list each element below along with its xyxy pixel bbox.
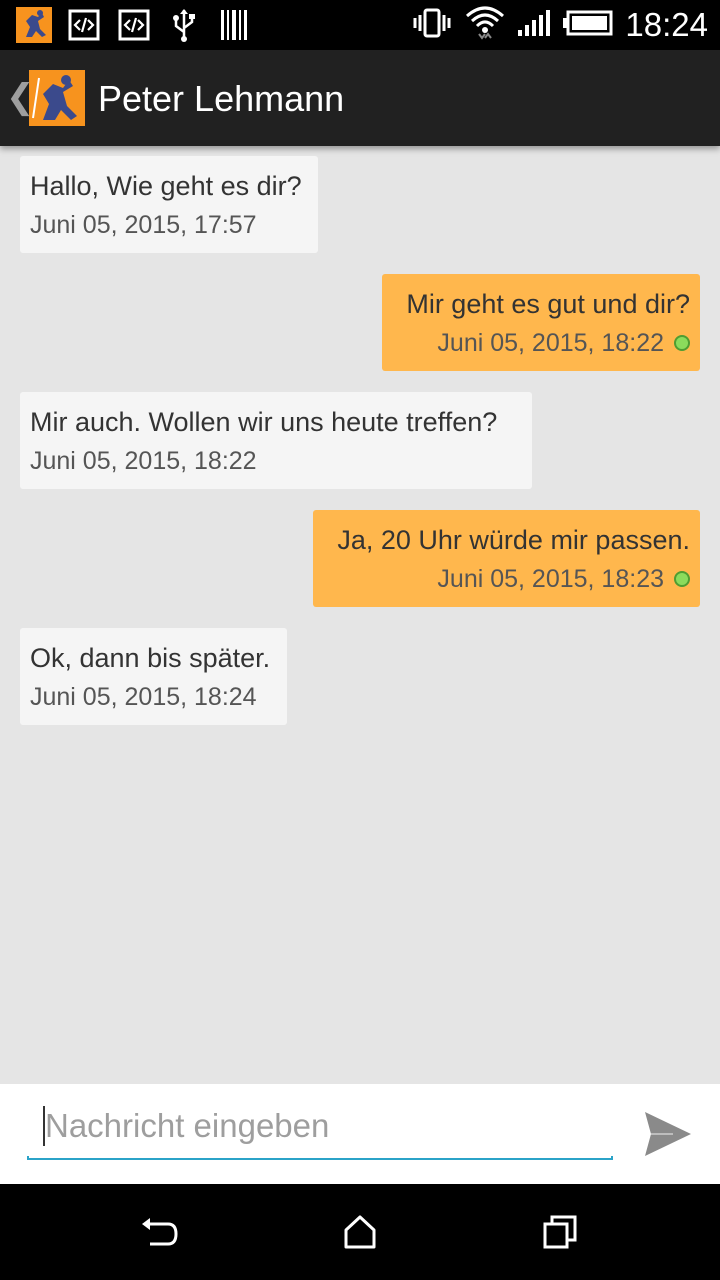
home-button[interactable] <box>336 1208 384 1256</box>
message-bubble-outgoing[interactable]: Ja, 20 Uhr würde mir passen. Juni 05, 20… <box>313 510 700 607</box>
message-text: Ok, dann bis später. <box>30 643 271 673</box>
usb-icon <box>166 7 202 43</box>
message-timestamp: Juni 05, 2015, 18:23 <box>323 563 690 595</box>
barcode-icon <box>216 7 252 43</box>
message-bubble-incoming[interactable]: Mir auch. Wollen wir uns heute treffen? … <box>20 392 532 489</box>
send-icon <box>645 1112 691 1156</box>
battery-icon <box>563 10 613 41</box>
home-icon <box>344 1215 376 1249</box>
message-list[interactable]: Hallo, Wie geht es dir? Juni 05, 2015, 1… <box>0 146 720 1084</box>
composer-bar <box>0 1084 720 1184</box>
app-icon <box>16 7 52 43</box>
action-bar: ❮ Peter Lehmann <box>0 50 720 146</box>
recent-apps-button[interactable] <box>536 1208 584 1256</box>
message-timestamp: Juni 05, 2015, 18:24 <box>30 683 257 711</box>
message-bubble-outgoing[interactable]: Mir geht es gut und dir? Juni 05, 2015, … <box>382 274 700 371</box>
recent-apps-icon <box>543 1215 577 1249</box>
message-text: Hallo, Wie geht es dir? <box>30 171 302 201</box>
send-button[interactable] <box>640 1106 696 1162</box>
message-timestamp: Juni 05, 2015, 17:57 <box>30 211 257 239</box>
message-bubble-incoming[interactable]: Ok, dann bis später. Juni 05, 2015, 18:2… <box>20 628 287 725</box>
wifi-icon <box>465 4 505 47</box>
message-text: Ja, 20 Uhr würde mir passen. <box>337 525 690 555</box>
code-icon <box>66 7 102 43</box>
signal-icon <box>517 8 551 43</box>
back-button[interactable] <box>136 1208 184 1256</box>
notification-icons <box>16 7 252 43</box>
avatar-icon[interactable] <box>29 70 85 126</box>
input-underline <box>27 1156 613 1160</box>
message-timestamp: Juni 05, 2015, 18:22 <box>30 447 257 475</box>
message-input[interactable] <box>27 1102 613 1150</box>
message-text: Mir auch. Wollen wir uns heute treffen? <box>30 407 498 437</box>
status-bar: 18:24 <box>0 0 720 50</box>
clock: 18:24 <box>625 6 708 43</box>
vibrate-icon <box>411 8 453 43</box>
delivered-status-icon <box>674 335 690 351</box>
contact-name: Peter Lehmann <box>98 78 345 119</box>
text-cursor <box>43 1106 45 1146</box>
message-timestamp: Juni 05, 2015, 18:22 <box>392 327 690 359</box>
message-text: Mir geht es gut und dir? <box>406 289 690 319</box>
back-icon <box>142 1218 178 1246</box>
navigation-bar <box>0 1184 720 1280</box>
message-bubble-incoming[interactable]: Hallo, Wie geht es dir? Juni 05, 2015, 1… <box>20 156 318 253</box>
delivered-status-icon <box>674 571 690 587</box>
code-icon <box>116 7 152 43</box>
system-icons: 18:24 <box>411 0 708 50</box>
